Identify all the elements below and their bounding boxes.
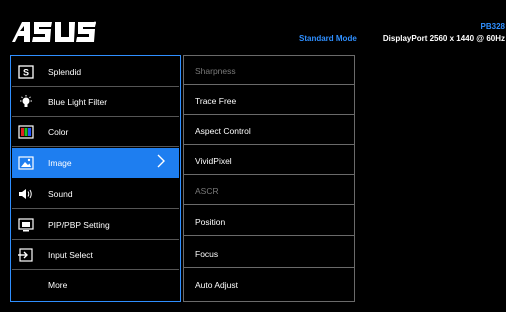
submenu-item-ascr: ASCR bbox=[184, 176, 354, 205]
submenu-item-label: Sharpness bbox=[195, 65, 236, 76]
menu-item-label: PIP/PBP Setting bbox=[48, 219, 110, 230]
menu-item-label: Input Select bbox=[48, 249, 93, 260]
color-bars-icon bbox=[18, 124, 34, 139]
submenu-item-label: Trace Free bbox=[195, 95, 237, 106]
image-picture-icon bbox=[18, 156, 34, 170]
divider bbox=[184, 84, 354, 85]
divider bbox=[12, 86, 179, 87]
submenu-item-aspect-control[interactable]: Aspect Control bbox=[184, 116, 354, 145]
divider bbox=[12, 116, 179, 117]
divider bbox=[184, 267, 354, 268]
submenu-item-label: Position bbox=[195, 216, 226, 227]
divider bbox=[12, 269, 179, 270]
menu-item-label: More bbox=[48, 279, 68, 290]
submenu-item-label: Aspect Control bbox=[195, 125, 251, 136]
asus-logo bbox=[12, 21, 96, 42]
splendid-s-icon: S bbox=[18, 64, 34, 79]
divider bbox=[184, 204, 354, 205]
submenu-item-position[interactable]: Position bbox=[184, 207, 354, 236]
input-arrow-icon bbox=[18, 247, 34, 262]
menu-item-more[interactable]: More bbox=[12, 271, 179, 298]
menu-item-label: Blue Light Filter bbox=[48, 96, 108, 107]
menu-item-label: Sound bbox=[48, 188, 73, 199]
menu-item-input-select[interactable]: Input Select bbox=[12, 241, 179, 270]
main-menu-panel: S Splendid Blue Light Filter Color Image… bbox=[10, 55, 181, 302]
monitor-model: PB328 bbox=[480, 22, 505, 31]
divider bbox=[184, 174, 354, 175]
submenu-item-label: VividPixel bbox=[195, 155, 232, 166]
divider bbox=[12, 208, 179, 209]
submenu-item-vividpixel[interactable]: VividPixel bbox=[184, 146, 354, 175]
submenu-item-trace-free[interactable]: Trace Free bbox=[184, 86, 354, 115]
menu-item-color[interactable]: Color bbox=[12, 118, 179, 147]
divider bbox=[12, 239, 179, 240]
submenu-item-label: Auto Adjust bbox=[195, 279, 239, 290]
submenu-item-auto-adjust[interactable]: Auto Adjust bbox=[184, 270, 354, 299]
divider bbox=[12, 146, 179, 147]
speaker-icon bbox=[18, 187, 34, 201]
current-mode: Standard Mode bbox=[299, 34, 357, 43]
menu-item-label: Color bbox=[48, 126, 69, 137]
divider bbox=[184, 114, 354, 115]
divider bbox=[184, 144, 354, 145]
divider bbox=[184, 235, 354, 236]
image-submenu-panel: Sharpness Trace Free Aspect Control Vivi… bbox=[183, 55, 355, 302]
submenu-item-label: ASCR bbox=[195, 185, 219, 196]
menu-item-label: Image bbox=[48, 158, 72, 168]
submenu-item-label: Focus bbox=[195, 248, 219, 259]
menu-item-splendid[interactable]: S Splendid bbox=[12, 58, 179, 87]
chevron-right-icon bbox=[157, 154, 165, 168]
submenu-item-focus[interactable]: Focus bbox=[184, 239, 354, 268]
menu-item-sound[interactable]: Sound bbox=[12, 180, 179, 209]
svg-text:S: S bbox=[23, 67, 29, 77]
pip-screen-icon bbox=[18, 217, 34, 232]
menu-item-pip-pbp-setting[interactable]: PIP/PBP Setting bbox=[12, 211, 179, 240]
menu-item-label: Splendid bbox=[48, 66, 82, 77]
menu-item-blue-light-filter[interactable]: Blue Light Filter bbox=[12, 88, 179, 117]
submenu-item-sharpness: Sharpness bbox=[184, 56, 354, 85]
blue-light-bulb-icon bbox=[18, 94, 34, 109]
input-source-info: DisplayPort 2560 x 1440 @ 60Hz bbox=[382, 34, 505, 43]
menu-item-image[interactable]: Image bbox=[12, 148, 179, 178]
